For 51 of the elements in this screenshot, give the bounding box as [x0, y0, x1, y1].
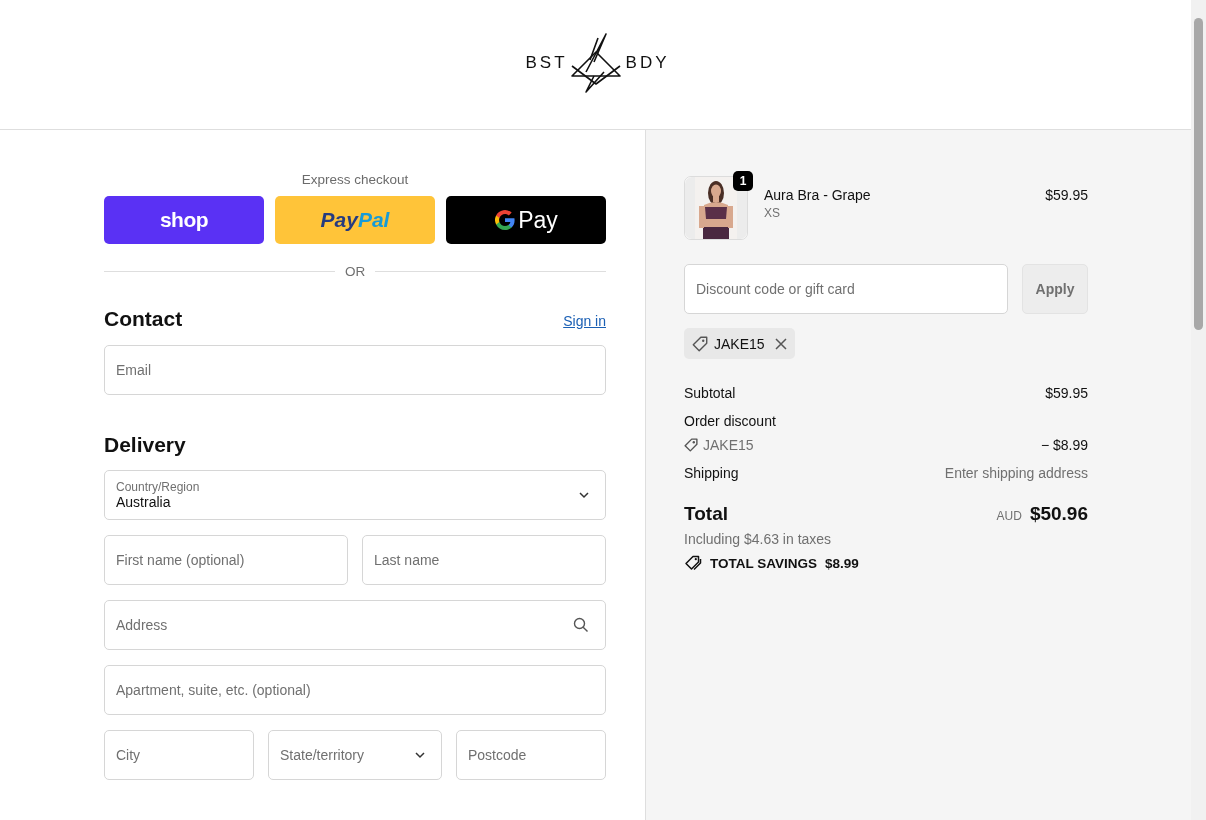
chevron-down-icon — [414, 751, 426, 759]
section-label: Express checkout — [300, 172, 410, 188]
summary-label: Order discount — [684, 413, 776, 429]
placeholder-text: State/territory — [280, 747, 366, 763]
tags-icon — [684, 555, 702, 571]
google-g-icon — [494, 209, 517, 231]
savings-label: TOTAL SAVINGS — [710, 555, 817, 571]
input-field[interactable]: City — [104, 730, 254, 780]
field-value: Australia — [116, 493, 171, 511]
search-icon — [573, 617, 589, 633]
sign-in-link[interactable]: Sign in — [563, 313, 606, 329]
logo-text: BST — [525, 52, 568, 73]
shop-pay-button[interactable]: shop — [104, 196, 264, 244]
close-icon[interactable] — [774, 337, 787, 350]
summary-value: $59.95 — [1045, 385, 1088, 401]
savings-amount: $8.99 — [825, 555, 859, 571]
section-heading: Delivery — [104, 433, 186, 457]
input-field[interactable]: Last name — [362, 535, 606, 585]
total-label: Total — [684, 503, 728, 525]
logo-text: BDY — [625, 52, 670, 73]
summary-value: Enter shipping address — [944, 465, 1088, 481]
input-field[interactable]: First name (optional) — [104, 535, 348, 585]
select-field[interactable]: Country/Region Australia — [104, 470, 606, 520]
tag-icon — [692, 335, 708, 352]
scrollbar[interactable] — [1191, 0, 1206, 820]
input-field[interactable]: Email — [104, 345, 606, 395]
discount-code: JAKE15 — [703, 437, 754, 453]
product-price: $59.95 — [1045, 187, 1088, 203]
quantity-badge: 1 — [733, 171, 753, 191]
gpay-pay-button[interactable]: Pay — [446, 196, 606, 244]
paypal-pay-button[interactable]: PayPal — [275, 196, 435, 244]
section-heading: Contact — [104, 307, 183, 331]
input-field[interactable]: Apartment, suite, etc. (optional) — [104, 665, 606, 715]
summary-label: Subtotal — [684, 385, 736, 401]
summary-label: Shipping — [684, 465, 739, 481]
field-label: Country/Region — [116, 479, 201, 494]
chevron-down-icon — [578, 491, 590, 499]
product-variant: XS — [764, 204, 781, 221]
total-amount: $50.96 — [1029, 503, 1088, 525]
product-name: Aura Bra - Grape — [764, 185, 872, 205]
input-field[interactable]: Postcode — [456, 730, 606, 780]
currency-code: AUD — [996, 509, 1022, 523]
taxes-note: Including $4.63 in taxes — [684, 531, 833, 547]
tag-icon — [684, 438, 698, 452]
search-field[interactable]: Address — [104, 600, 606, 650]
discount-code: JAKE15 — [714, 335, 765, 352]
divider-text: OR — [344, 264, 366, 279]
apply-button[interactable]: Apply — [1022, 264, 1088, 314]
summary-value: − $8.99 — [1040, 437, 1088, 453]
select-field[interactable]: State/territory — [268, 730, 442, 780]
discount-field[interactable]: Discount code or gift card — [684, 264, 1008, 314]
